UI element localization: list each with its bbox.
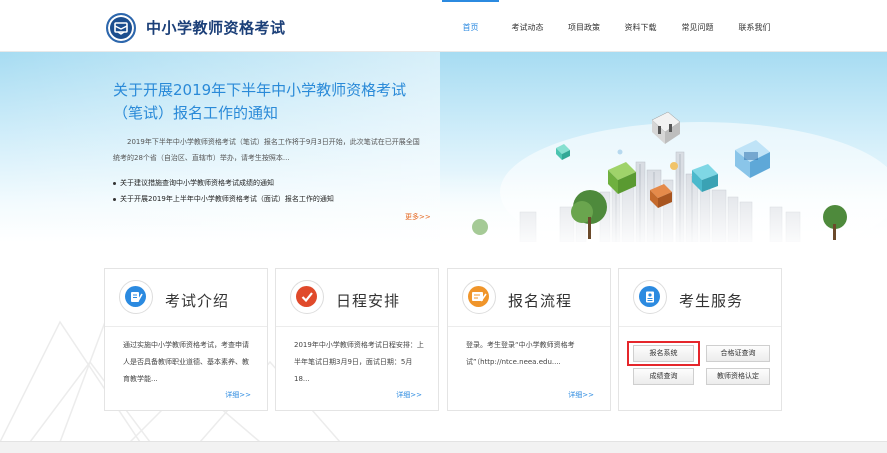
nav-exam-news[interactable]: 考试动态 xyxy=(499,0,556,52)
id-card-icon xyxy=(633,280,667,314)
certificate-query-button[interactable]: 合格证查询 xyxy=(706,345,770,362)
nav-policy[interactable]: 项目政策 xyxy=(556,0,612,52)
card-exam-intro: 考试介绍 通过实施中小学教师资格考试，考查申请人是否具备教师职业道德、基本素养、… xyxy=(104,268,268,411)
card-header: 考试介绍 xyxy=(105,269,267,327)
page: 中小学教师资格考试 首页 考试动态 项目政策 资料下载 常见问题 联系我们 关于… xyxy=(0,0,887,453)
card-detail-link[interactable]: 详细>> xyxy=(396,390,422,400)
nav-faq[interactable]: 常见问题 xyxy=(669,0,726,52)
card-candidate-services: 考生服务 报名系统 合格证查询 成绩查询 教师资格认定 xyxy=(618,268,782,411)
banner-intro: 2019年下半年中小学教师资格考试（笔试）报名工作将于9月3日开始，此次笔试在已… xyxy=(113,138,420,162)
notepad-pen-icon xyxy=(119,280,153,314)
card-title[interactable]: 日程安排 xyxy=(336,290,400,311)
main-nav: 首页 考试动态 项目政策 资料下载 常见问题 联系我们 xyxy=(442,0,783,52)
card-description: 登录。考生登录“中小学教师资格考试”（http://ntce.neea.edu.… xyxy=(466,341,575,366)
signup-form-icon xyxy=(462,280,496,314)
nav-contact[interactable]: 联系我们 xyxy=(726,0,783,52)
card-title[interactable]: 考生服务 xyxy=(679,290,743,311)
card-header: 日程安排 xyxy=(276,269,438,327)
card-schedule: 日程安排 2019年中小学教师资格考试日程安排：上半年笔试日期3月9日，面试日期… xyxy=(275,268,439,411)
site-title[interactable]: 中小学教师资格考试 xyxy=(146,17,286,38)
card-registration-process: 报名流程 登录。考生登录“中小学教师资格考试”（http://ntce.neea… xyxy=(447,268,611,411)
card-title[interactable]: 考试介绍 xyxy=(165,290,229,311)
top-header: 中小学教师资格考试 首页 考试动态 项目政策 资料下载 常见问题 联系我们 xyxy=(0,0,887,52)
card-title[interactable]: 报名流程 xyxy=(508,290,572,311)
card-header: 报名流程 xyxy=(448,269,610,327)
score-query-button[interactable]: 成绩查询 xyxy=(633,368,694,385)
news-item[interactable]: 关于开展2019年上半年中小学教师资格考试（面试）报名工作的通知 xyxy=(113,191,433,207)
banner-more-link[interactable]: 更多>> xyxy=(405,212,431,222)
card-description: 2019年中小学教师资格考试日程安排：上半年笔试日期3月9日，面试日期：5月18… xyxy=(294,341,424,383)
nav-downloads[interactable]: 资料下载 xyxy=(612,0,669,52)
card-description: 通过实施中小学教师资格考试，考查申请人是否具备教师职业道德、基本素养、教育教学能… xyxy=(123,341,249,383)
bullet-icon xyxy=(113,181,116,185)
banner-illustration xyxy=(440,111,887,242)
bullet-icon xyxy=(113,197,116,201)
hero-banner: 关于开展2019年下半年中小学教师资格考试（笔试）报名工作的通知 2019年下半… xyxy=(0,52,887,242)
banner-news-list: 关于建议措施查询中小学教师资格考试成绩的通知 关于开展2019年上半年中小学教师… xyxy=(113,175,433,207)
news-item[interactable]: 关于建议措施查询中小学教师资格考试成绩的通知 xyxy=(113,175,433,191)
card-detail-link[interactable]: 详细>> xyxy=(568,390,594,400)
checkmark-icon xyxy=(290,280,324,314)
banner-headline[interactable]: 关于开展2019年下半年中小学教师资格考试（笔试）报名工作的通知 xyxy=(113,79,425,125)
footer-bar xyxy=(0,441,887,453)
nav-home[interactable]: 首页 xyxy=(442,0,499,52)
teacher-certification-button[interactable]: 教师资格认定 xyxy=(706,368,770,385)
card-detail-link[interactable]: 详细>> xyxy=(225,390,251,400)
ntce-logo-icon[interactable] xyxy=(106,13,136,43)
registration-system-button[interactable]: 报名系统 xyxy=(633,345,694,362)
card-header: 考生服务 xyxy=(619,269,781,327)
